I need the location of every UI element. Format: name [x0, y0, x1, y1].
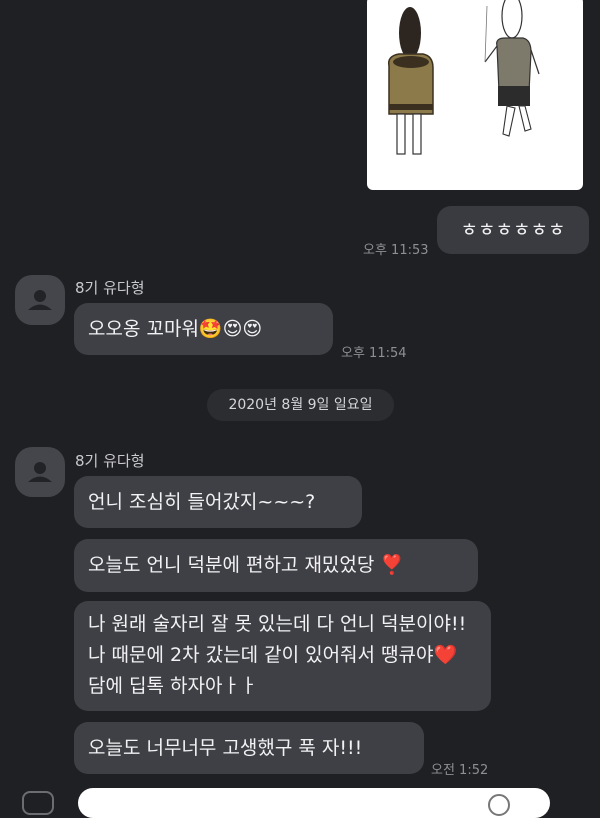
my-message-bubble[interactable]: ㅎㅎㅎㅎㅎㅎ: [437, 206, 589, 254]
message-time: 오전 1:52: [431, 763, 489, 778]
cartoon-image: [387, 0, 540, 155]
message-bubble[interactable]: 오늘도 너무너무 고생했구 푹 자!!!: [74, 722, 424, 774]
user-silhouette-icon: [28, 462, 52, 482]
message-input-bar: [0, 783, 600, 818]
message-bubble[interactable]: 오늘도 언니 덕분에 편하고 재밌었당 ❣️: [74, 539, 478, 592]
sender-name: 8기 유다형: [75, 452, 145, 470]
message-bubble[interactable]: 오오옹 꼬마워🤩😍😍: [74, 303, 333, 355]
shared-image[interactable]: [367, 0, 583, 190]
avatar[interactable]: [15, 275, 65, 325]
message-time: 오후 11:53: [363, 243, 429, 258]
avatar[interactable]: [15, 447, 65, 497]
sender-name: 8기 유다형: [75, 279, 145, 297]
emoji-icon[interactable]: [488, 794, 510, 816]
message-bubble[interactable]: 언니 조심히 들어갔지~~~?: [74, 476, 362, 528]
add-attachment-button[interactable]: [22, 791, 54, 815]
message-time: 오후 11:54: [341, 346, 407, 361]
date-divider: 2020년 8월 9일 일요일: [207, 389, 394, 421]
user-silhouette-icon: [28, 290, 52, 310]
message-input[interactable]: [78, 788, 550, 818]
message-bubble[interactable]: 나 원래 술자리 잘 못 있는데 다 언니 덕분이야!! 나 때문에 2차 갔는…: [74, 601, 491, 711]
